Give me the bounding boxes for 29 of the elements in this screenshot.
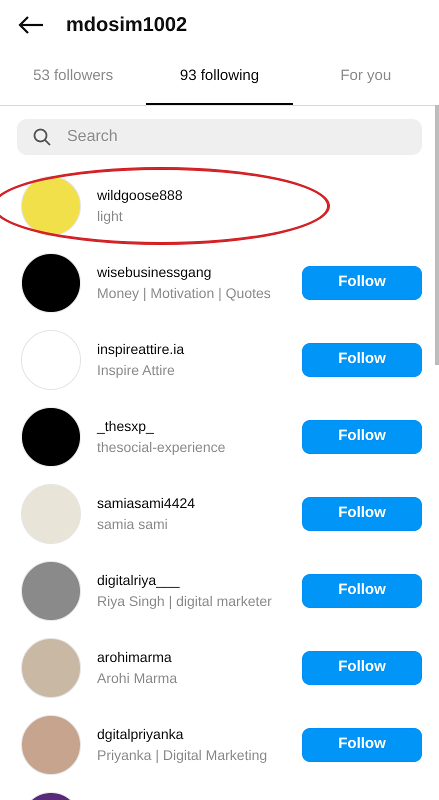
follow-button[interactable]: Follow: [302, 420, 422, 454]
tab[interactable]: 93 following: [146, 50, 293, 105]
display-name: Priyanka | Digital Marketing: [97, 746, 268, 764]
display-name: light: [97, 208, 124, 224]
search-icon: [33, 128, 51, 146]
username: digitalriya___: [97, 572, 181, 588]
username: _thesxp_: [97, 418, 155, 434]
search-field[interactable]: Search: [17, 119, 422, 155]
tab[interactable]: For you: [292, 50, 439, 105]
follow-button[interactable]: Follow: [302, 574, 422, 608]
username: wisebusinessgang: [97, 264, 212, 280]
follow-button[interactable]: Follow: [302, 728, 422, 762]
profile-username: mdosim1002: [66, 13, 188, 38]
display-name: Money | Motivation | Quotes: [97, 284, 272, 302]
display-name: thesocial-experience: [97, 438, 226, 456]
display-name: Inspire Attire: [97, 362, 176, 378]
username: wildgoose888: [97, 186, 184, 204]
follow-button[interactable]: Follow: [302, 266, 422, 300]
follow-button[interactable]: Follow: [302, 342, 422, 376]
username: samiasami4424: [97, 494, 196, 512]
display-name: samia sami: [97, 516, 169, 532]
display-name: Arohi Marma: [97, 670, 178, 686]
tab[interactable]: 53 followers: [0, 50, 146, 105]
username: dgitalpriyanka: [97, 726, 184, 742]
follow-button[interactable]: Follow: [302, 650, 422, 684]
username: arohimarma: [97, 648, 173, 666]
display-name: Riya Singh | digital marketer: [97, 592, 273, 610]
username: inspireattire.ia: [97, 340, 186, 358]
follow-button[interactable]: Follow: [302, 496, 422, 530]
